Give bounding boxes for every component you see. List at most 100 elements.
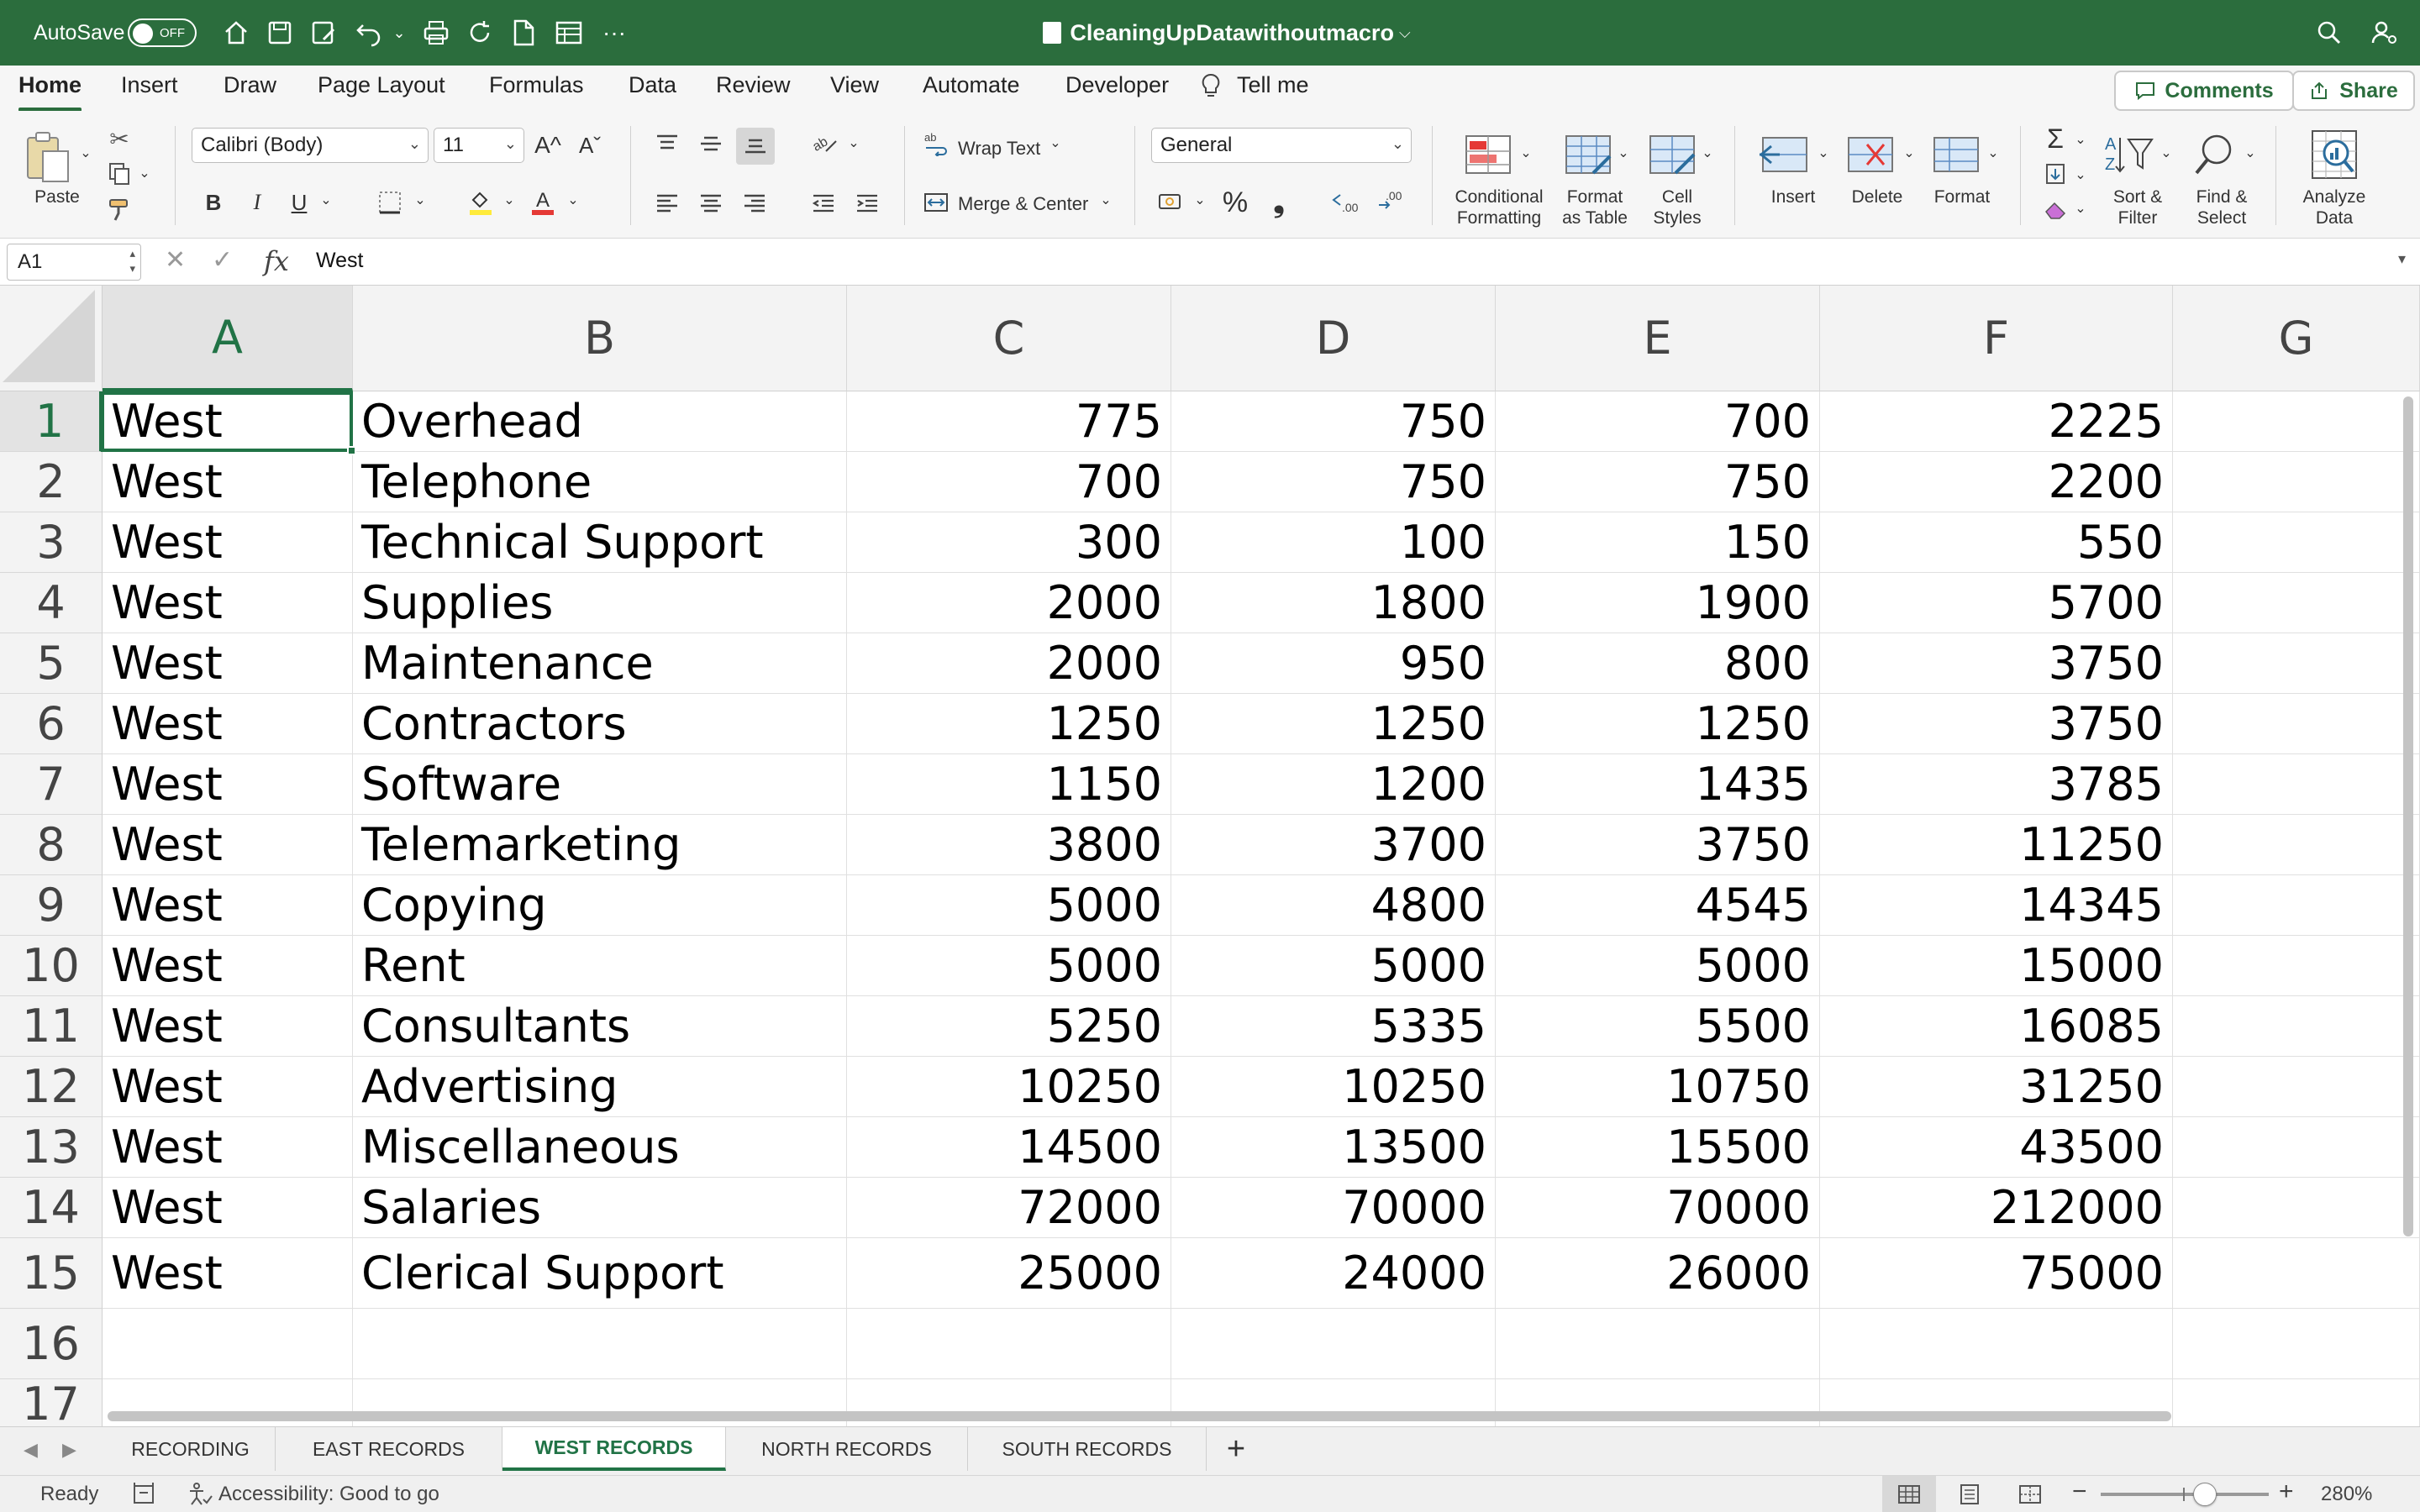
cell-a12[interactable]: West: [103, 1057, 353, 1117]
cell-b14[interactable]: Salaries: [353, 1178, 847, 1238]
cell-f10[interactable]: 15000: [1820, 936, 2173, 996]
zoom-level[interactable]: 280%: [2321, 1483, 2372, 1506]
row-header-10[interactable]: 10: [0, 936, 103, 996]
cell-g17[interactable]: [2173, 1379, 2420, 1426]
cell-a9[interactable]: West: [103, 875, 353, 936]
page-break-preview-icon[interactable]: [2003, 1476, 2057, 1512]
save-icon[interactable]: [259, 0, 301, 66]
tell-me-icon[interactable]: [1200, 72, 1222, 106]
cell-a15[interactable]: West: [103, 1238, 353, 1309]
add-sheet-button[interactable]: +: [1213, 1431, 1259, 1467]
cell-b7[interactable]: Software: [353, 754, 847, 815]
merge-center-label[interactable]: Merge & Center: [958, 193, 1088, 214]
normal-view-icon[interactable]: [1882, 1476, 1936, 1512]
row-header-16[interactable]: 16: [0, 1309, 103, 1379]
cell-a3[interactable]: West: [103, 512, 353, 573]
cell-a2[interactable]: West: [103, 452, 353, 512]
cell-c10[interactable]: 5000: [847, 936, 1171, 996]
row-header-3[interactable]: 3: [0, 512, 103, 573]
accessibility-status[interactable]: Accessibility: Good to go: [218, 1483, 439, 1506]
cell-d13[interactable]: 13500: [1171, 1117, 1496, 1178]
borders-dropdown-icon[interactable]: ⌄: [412, 192, 429, 208]
cell-f6[interactable]: 3750: [1820, 694, 2173, 754]
cell-b4[interactable]: Supplies: [353, 573, 847, 633]
cell-a16[interactable]: [103, 1309, 353, 1379]
column-header-d[interactable]: D: [1171, 286, 1496, 391]
column-header-e[interactable]: E: [1496, 286, 1820, 391]
cell-c8[interactable]: 3800: [847, 815, 1171, 875]
cell-f7[interactable]: 3785: [1820, 754, 2173, 815]
format-as-table-dropdown-icon[interactable]: ⌄: [1615, 144, 1632, 161]
cell-e15[interactable]: 26000: [1496, 1238, 1820, 1309]
cell-c13[interactable]: 14500: [847, 1117, 1171, 1178]
column-header-b[interactable]: B: [353, 286, 847, 391]
cell-e3[interactable]: 150: [1496, 512, 1820, 573]
comma-style-button[interactable]: ❟: [1262, 186, 1296, 218]
delete-cells-icon[interactable]: [1842, 128, 1899, 181]
cell-e13[interactable]: 15500: [1496, 1117, 1820, 1178]
undo-icon[interactable]: [348, 0, 390, 66]
comments-button[interactable]: Comments: [2114, 71, 2294, 111]
sheet-tab-south-records[interactable]: SOUTH RECORDS: [968, 1427, 1207, 1471]
cell-d1[interactable]: 750: [1171, 391, 1496, 452]
row-header-8[interactable]: 8: [0, 815, 103, 875]
format-cells-label[interactable]: Format: [1929, 186, 1995, 207]
cell-c7[interactable]: 1150: [847, 754, 1171, 815]
cell-g1[interactable]: [2173, 391, 2420, 452]
align-top-icon[interactable]: [650, 128, 684, 160]
format-as-table-icon[interactable]: [1560, 128, 1617, 181]
row-header-14[interactable]: 14: [0, 1178, 103, 1238]
cell-b9[interactable]: Copying: [353, 875, 847, 936]
spreadsheet-grid[interactable]: ABCDEFG 1 West Overhead 775 750 700 2225 2 West T…: [0, 286, 2420, 1426]
accounting-format-icon[interactable]: [1155, 186, 1188, 218]
delete-cells-dropdown-icon[interactable]: ⌄: [1901, 144, 1918, 161]
horizontal-scrollbar[interactable]: [108, 1411, 2171, 1421]
cell-g13[interactable]: [2173, 1117, 2420, 1178]
conditional-formatting-label[interactable]: Conditional Formatting: [1442, 186, 1556, 228]
cell-g6[interactable]: [2173, 694, 2420, 754]
cell-b11[interactable]: Consultants: [353, 996, 847, 1057]
cell-styles-dropdown-icon[interactable]: ⌄: [1699, 144, 1716, 161]
cell-f4[interactable]: 5700: [1820, 573, 2173, 633]
cell-b12[interactable]: Advertising: [353, 1057, 847, 1117]
cell-e1[interactable]: 700: [1496, 391, 1820, 452]
cell-a14[interactable]: West: [103, 1178, 353, 1238]
font-color-icon[interactable]: A: [526, 186, 560, 218]
borders-icon[interactable]: [373, 186, 407, 218]
wrap-text-label[interactable]: Wrap Text: [958, 138, 1040, 159]
cell-g10[interactable]: [2173, 936, 2420, 996]
cell-f1[interactable]: 2225: [1820, 391, 2173, 452]
cell-c6[interactable]: 1250: [847, 694, 1171, 754]
cell-d5[interactable]: 950: [1171, 633, 1496, 694]
cell-e12[interactable]: 10750: [1496, 1057, 1820, 1117]
zoom-in-button[interactable]: +: [2279, 1478, 2294, 1506]
name-box-stepper-icon[interactable]: ▴ ▾: [129, 246, 135, 276]
cell-a13[interactable]: West: [103, 1117, 353, 1178]
insert-cells-label[interactable]: Insert: [1761, 186, 1825, 207]
name-box[interactable]: A1 ▴ ▾: [7, 244, 141, 281]
find-select-dropdown-icon[interactable]: ⌄: [2242, 144, 2259, 161]
row-header-5[interactable]: 5: [0, 633, 103, 694]
expand-formula-bar-icon[interactable]: ▾: [2398, 250, 2406, 268]
cell-b3[interactable]: Technical Support: [353, 512, 847, 573]
tab-data[interactable]: Data: [629, 72, 676, 106]
tab-automate[interactable]: Automate: [923, 72, 1020, 106]
cell-f12[interactable]: 31250: [1820, 1057, 2173, 1117]
cell-b5[interactable]: Maintenance: [353, 633, 847, 694]
cell-f2[interactable]: 2200: [1820, 452, 2173, 512]
paste-icon[interactable]: [18, 128, 77, 186]
row-header-4[interactable]: 4: [0, 573, 103, 633]
cell-b15[interactable]: Clerical Support: [353, 1238, 847, 1309]
underline-dropdown-icon[interactable]: ⌄: [318, 192, 334, 208]
cell-d15[interactable]: 24000: [1171, 1238, 1496, 1309]
format-cells-icon[interactable]: [1928, 128, 1985, 181]
conditional-formatting-icon[interactable]: [1459, 128, 1518, 181]
cell-f9[interactable]: 14345: [1820, 875, 2173, 936]
clear-icon[interactable]: [2040, 195, 2070, 223]
align-center-icon[interactable]: [694, 186, 728, 218]
analyze-data-label[interactable]: Analyze Data: [2296, 186, 2373, 228]
tab-tell-me[interactable]: Tell me: [1237, 72, 1309, 106]
cell-d16[interactable]: [1171, 1309, 1496, 1379]
cell-d14[interactable]: 70000: [1171, 1178, 1496, 1238]
underline-button[interactable]: U: [284, 186, 314, 218]
